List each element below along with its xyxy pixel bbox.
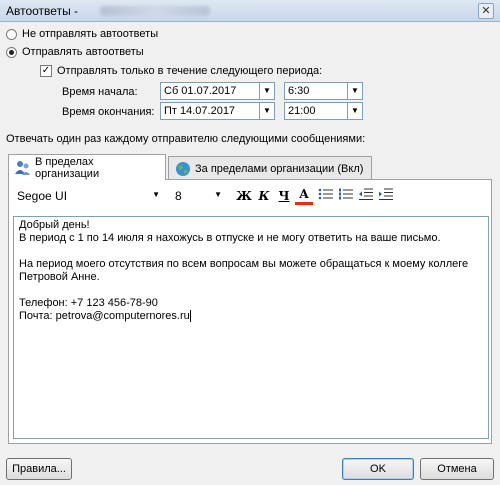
format-toolbar: Segoe UI ▼ 8 ▼ Ж К Ч А	[11, 186, 487, 206]
message-line: Добрый день!	[19, 219, 90, 231]
underline-button[interactable]: Ч	[275, 187, 293, 205]
end-time-input[interactable]: 21:00	[284, 102, 348, 120]
text-caret	[189, 310, 191, 323]
chevron-down-icon: ▼	[263, 106, 271, 115]
window-title: Автоответы -	[6, 4, 79, 18]
font-family-select[interactable]: Segoe UI ▼	[13, 186, 163, 206]
chevron-down-icon: ▼	[214, 190, 222, 199]
start-date-input[interactable]: Сб 01.07.2017	[160, 82, 260, 100]
title-bar: Автоответы - ✕	[0, 0, 500, 22]
end-date-input[interactable]: Пт 14.07.2017	[160, 102, 260, 120]
radio-no-send-label: Не отправлять автоответы	[22, 28, 159, 40]
period-checkbox[interactable]: ✓	[40, 65, 52, 77]
bold-button[interactable]: Ж	[235, 187, 253, 205]
message-line: На период моего отсутствия по всем вопро…	[19, 258, 469, 270]
font-family-value: Segoe UI	[17, 189, 68, 203]
rules-button[interactable]: Правила...	[6, 458, 72, 480]
radio-no-send[interactable]: Не отправлять автоответы	[6, 28, 158, 40]
italic-button[interactable]: К	[255, 187, 273, 205]
start-time-dropdown[interactable]: ▼	[348, 82, 363, 100]
chevron-down-icon: ▼	[351, 86, 359, 95]
radio-send-label: Отправлять автоответы	[22, 46, 144, 58]
message-line: Почта: petrova@computernores.ru	[19, 310, 190, 322]
font-size-value: 8	[175, 189, 182, 203]
bullets-icon[interactable]	[317, 187, 335, 205]
radio-send[interactable]: Отправлять автоответы	[6, 46, 144, 58]
tab-inside-org[interactable]: В пределах организации	[8, 154, 166, 180]
radio-no-send-circle[interactable]	[6, 28, 17, 40]
period-checkbox-label: Отправлять только в течение следующего п…	[57, 65, 323, 77]
chevron-down-icon: ▼	[263, 86, 271, 95]
account-name-blurred	[100, 6, 210, 16]
end-time-dropdown[interactable]: ▼	[348, 102, 363, 120]
message-line-last: Почта: petrova@computernores.ru	[19, 310, 483, 323]
chevron-down-icon: ▼	[152, 190, 160, 199]
tab-panel: Segoe UI ▼ 8 ▼ Ж К Ч А Добрый день! В пе…	[8, 179, 492, 444]
message-line: В период с 1 по 14 июля я нахожусь в отп…	[19, 232, 441, 244]
tab-outside-org-label: За пределами организации (Вкл)	[195, 162, 364, 175]
font-size-select[interactable]: 8 ▼	[171, 186, 225, 206]
numbering-icon[interactable]	[337, 187, 355, 205]
cancel-button[interactable]: Отмена	[420, 458, 494, 480]
message-editor[interactable]: Добрый день! В период с 1 по 14 июля я н…	[13, 216, 489, 439]
period-checkbox-row[interactable]: ✓ Отправлять только в течение следующего…	[40, 65, 322, 77]
font-color-button[interactable]: А	[295, 187, 313, 205]
message-line	[19, 245, 483, 258]
start-date-dropdown[interactable]: ▼	[260, 82, 275, 100]
radio-send-circle[interactable]	[6, 46, 17, 58]
end-date-dropdown[interactable]: ▼	[260, 102, 275, 120]
tab-inside-org-label: В пределах организации	[35, 155, 100, 180]
message-line	[19, 284, 483, 297]
people-icon	[15, 160, 31, 176]
globe-icon	[175, 161, 191, 177]
message-line: Телефон: +7 123 456-78-90	[19, 297, 158, 309]
end-time-label: Время окончания:	[62, 106, 155, 118]
tab-outside-org[interactable]: За пределами организации (Вкл)	[168, 156, 372, 180]
start-time-input[interactable]: 6:30	[284, 82, 348, 100]
chevron-down-icon: ▼	[351, 106, 359, 115]
decrease-indent-icon[interactable]	[357, 187, 375, 205]
ok-button[interactable]: OK	[342, 458, 414, 480]
message-line: Петровой Анне.	[19, 271, 100, 283]
increase-indent-icon[interactable]	[377, 187, 395, 205]
reply-once-label: Отвечать один раз каждому отправителю сл…	[6, 133, 366, 145]
start-time-label: Время начала:	[62, 86, 138, 98]
close-button[interactable]: ✕	[478, 3, 494, 19]
